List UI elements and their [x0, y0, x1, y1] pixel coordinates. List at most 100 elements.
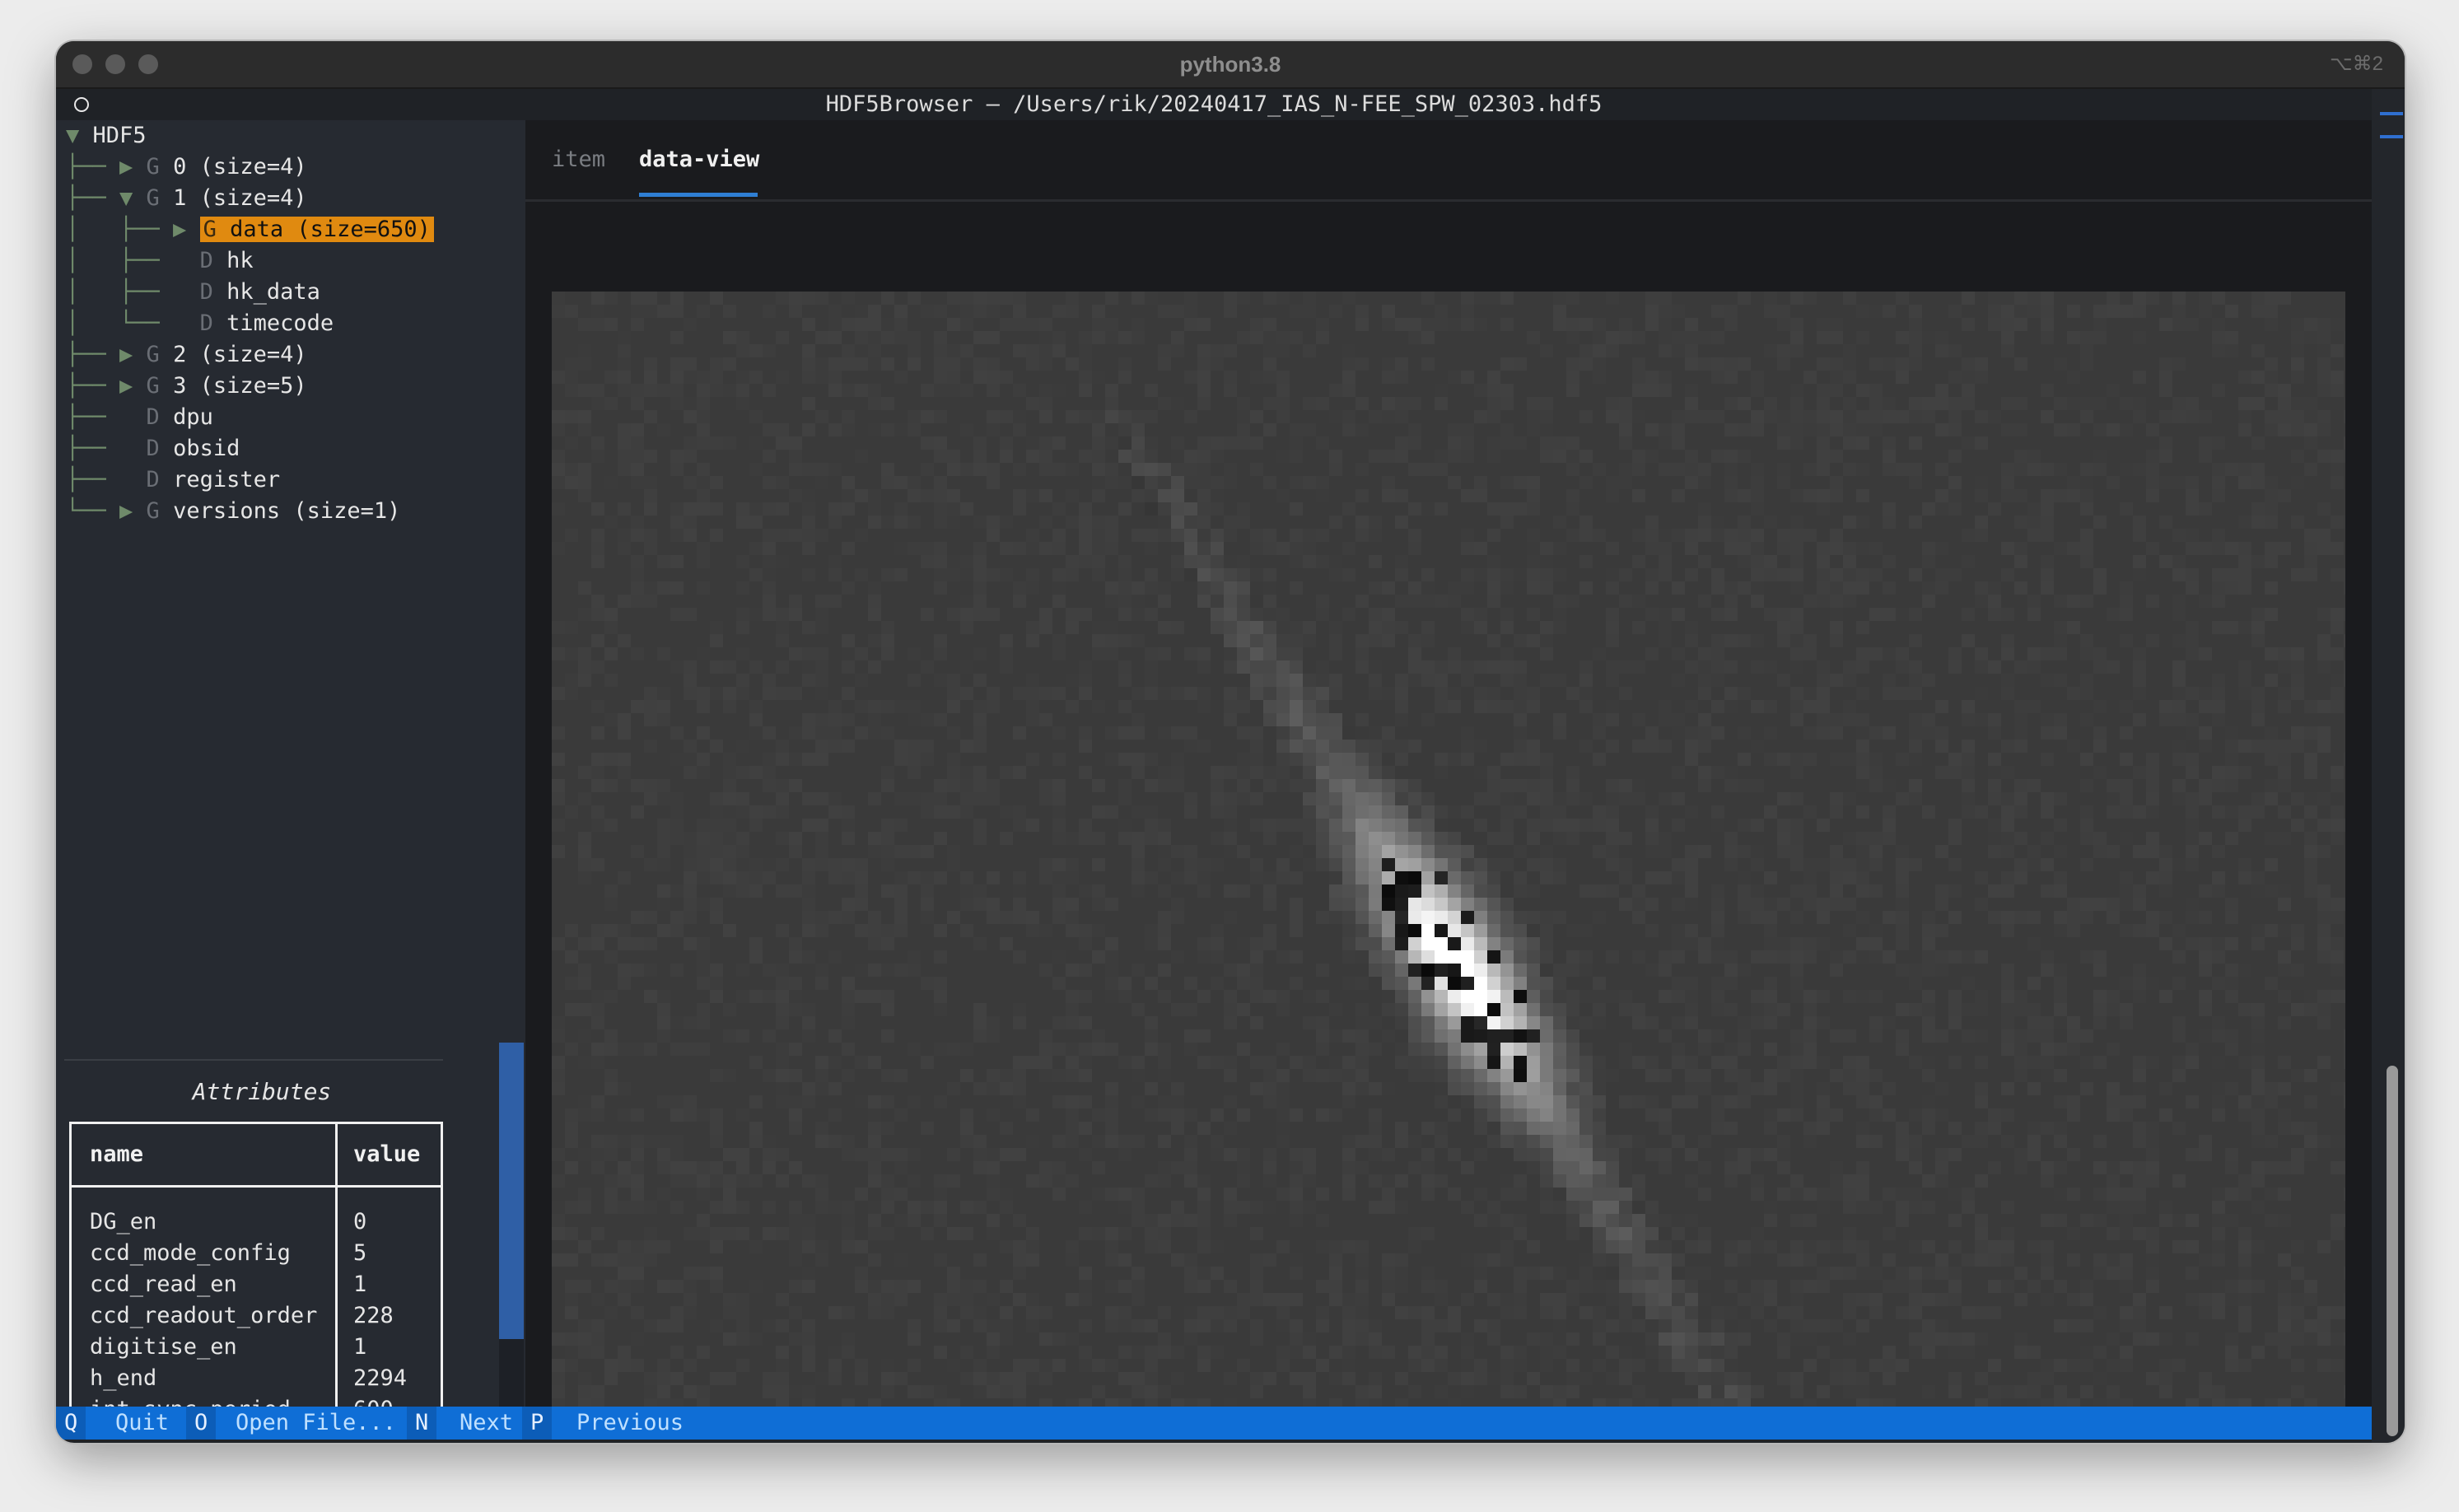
- tree-node-label: 3 (size=5): [173, 373, 307, 399]
- sidebar: ▼ HDF5 ├── ▶ G 0 (size=4) ├── ▼ G 1 (size=…: [56, 120, 525, 1409]
- app-status-icon: [74, 97, 89, 112]
- attributes-table-header: name value: [72, 1124, 441, 1188]
- attribute-name: ccd_mode_config: [90, 1240, 291, 1266]
- tree-guide: │ ├── ▶: [66, 217, 200, 242]
- tree-node-content[interactable]: D dpu: [147, 404, 213, 430]
- tree-node-content[interactable]: G 2 (size=4): [147, 342, 307, 367]
- open-file-label[interactable]: Open File...: [236, 1407, 396, 1440]
- attribute-value: 1: [353, 1272, 367, 1297]
- previous-key[interactable]: P: [522, 1407, 553, 1440]
- tree-node[interactable]: ├── D register: [66, 464, 280, 496]
- open-file-key[interactable]: O: [186, 1407, 217, 1440]
- tree-node-label: register: [173, 467, 281, 492]
- tree-node[interactable]: ▼ HDF5: [66, 120, 147, 152]
- scroll-marker: [2380, 112, 2403, 115]
- title-bar: python3.8 ⌥⌘2: [56, 41, 2405, 89]
- attribute-name: digitise_en: [90, 1334, 237, 1360]
- node-kind-indicator: G: [146, 342, 174, 367]
- previous-label[interactable]: Previous: [576, 1407, 684, 1440]
- tree-node[interactable]: ├── ▼ G 1 (size=4): [66, 183, 307, 214]
- sidebar-scrollbar-thumb[interactable]: [499, 1043, 524, 1339]
- attribute-name: DG_en: [90, 1209, 157, 1234]
- tree-node-label: data (size=650): [230, 217, 431, 242]
- attributes-col-value: value: [353, 1141, 421, 1167]
- tree-node[interactable]: │ └── D timecode: [66, 308, 334, 339]
- node-kind-indicator: D: [199, 279, 227, 305]
- terminal-window: python3.8 ⌥⌘2 HDF5Browser — /Users/rik/2…: [56, 41, 2405, 1443]
- active-tab-indicator: [639, 193, 758, 197]
- node-kind-indicator: G: [146, 154, 174, 180]
- tree-node-content[interactable]: D obsid: [147, 436, 240, 461]
- data-image-view: [552, 292, 2345, 1416]
- window-title: python3.8: [1179, 52, 1281, 77]
- data-image: [552, 292, 2345, 1416]
- node-kind-indicator: D: [146, 467, 174, 492]
- tree-node-content[interactable]: G 0 (size=4): [147, 154, 307, 180]
- node-kind-indicator: D: [146, 436, 174, 461]
- attribute-name: ccd_read_en: [90, 1272, 237, 1297]
- tree-guide: ├──: [66, 467, 147, 492]
- tree-node-content[interactable]: D timecode: [200, 310, 334, 336]
- tree-guide: │ ├──: [66, 248, 200, 273]
- app-header: HDF5Browser — /Users/rik/20240417_IAS_N-…: [56, 89, 2372, 120]
- tree-node-content[interactable]: D hk: [200, 248, 254, 273]
- tree-node-label: hk_data: [226, 279, 320, 305]
- table-row: DG_en 0: [72, 1206, 441, 1238]
- tree-node-label: obsid: [173, 436, 240, 461]
- tree-node-content[interactable]: D register: [147, 467, 281, 492]
- next-label[interactable]: Next: [460, 1407, 513, 1440]
- tree-node-label: timecode: [226, 310, 334, 336]
- tree-guide: ▼: [66, 123, 93, 148]
- tree-node-content[interactable]: G versions (size=1): [147, 498, 401, 524]
- tab-item[interactable]: item: [552, 143, 605, 176]
- tree-node-content[interactable]: D hk_data: [200, 279, 320, 305]
- attributes-col-name: name: [90, 1141, 144, 1167]
- attribute-name: h_end: [90, 1365, 157, 1391]
- sidebar-divider: [64, 1059, 443, 1061]
- tree-node-label: 1 (size=4): [173, 185, 307, 211]
- node-kind-indicator: G: [146, 185, 174, 211]
- table-row: ccd_read_en 1: [72, 1269, 441, 1300]
- tree-guide: ├── ▶: [66, 373, 147, 399]
- quit-label[interactable]: Quit: [115, 1407, 169, 1440]
- tree-node[interactable]: └── ▶ G versions (size=1): [66, 496, 400, 527]
- next-key[interactable]: N: [407, 1407, 437, 1440]
- window-shortcut: ⌥⌘2: [2329, 53, 2383, 75]
- tree-node-label: 0 (size=4): [173, 154, 307, 180]
- tree-node[interactable]: ├── ▶ G 0 (size=4): [66, 152, 307, 183]
- tree-node[interactable]: │ ├── D hk: [66, 245, 254, 277]
- tree-node[interactable]: ├── ▶ G 3 (size=5): [66, 371, 307, 402]
- tree-guide: ├── ▶: [66, 342, 147, 367]
- attribute-value: 1: [353, 1334, 367, 1360]
- table-row: digitise_en 1: [72, 1332, 441, 1363]
- tree-node[interactable]: ├── ▶ G 2 (size=4): [66, 339, 307, 371]
- attribute-value: 5: [353, 1240, 367, 1266]
- tree-node-label: HDF5: [92, 123, 147, 148]
- main-panel: item data-view: [525, 120, 2372, 1416]
- tree-node[interactable]: ├── D obsid: [66, 433, 240, 464]
- quit-key[interactable]: Q: [56, 1407, 86, 1440]
- tree-node[interactable]: ├── D dpu: [66, 402, 213, 433]
- attribute-value: 228: [353, 1303, 394, 1328]
- table-row: ccd_mode_config 5: [72, 1238, 441, 1269]
- node-kind-indicator: G: [203, 217, 231, 242]
- tree-node-content[interactable]: HDF5: [93, 123, 147, 148]
- tree-node[interactable]: │ ├── ▶ G data (size=650): [66, 214, 434, 245]
- tree-node[interactable]: │ ├── D hk_data: [66, 277, 320, 308]
- attribute-value: 0: [353, 1209, 367, 1234]
- tree-guide: ├── ▼: [66, 185, 147, 211]
- node-kind-indicator: D: [146, 404, 174, 430]
- node-kind-indicator: G: [146, 373, 174, 399]
- node-kind-indicator: G: [146, 498, 174, 524]
- tree-node-content[interactable]: G 3 (size=5): [147, 373, 307, 399]
- tab-data-view[interactable]: data-view: [639, 143, 759, 176]
- tree-node-content[interactable]: G 1 (size=4): [147, 185, 307, 211]
- app-title: HDF5Browser — /Users/rik/20240417_IAS_N-…: [825, 91, 1603, 117]
- attributes-table: name value DG_en 0 ccd_mode_config 5 ccd_rea…: [69, 1122, 443, 1409]
- table-row: ccd_readout_order 228: [72, 1300, 441, 1332]
- tree-guide: │ └──: [66, 310, 200, 336]
- selected-tree-node[interactable]: G data (size=650): [199, 217, 434, 242]
- main-scrollbar-thumb[interactable]: [2387, 1066, 2398, 1436]
- table-row: h_end 2294: [72, 1363, 441, 1394]
- tab-bar: item data-view: [525, 120, 2372, 202]
